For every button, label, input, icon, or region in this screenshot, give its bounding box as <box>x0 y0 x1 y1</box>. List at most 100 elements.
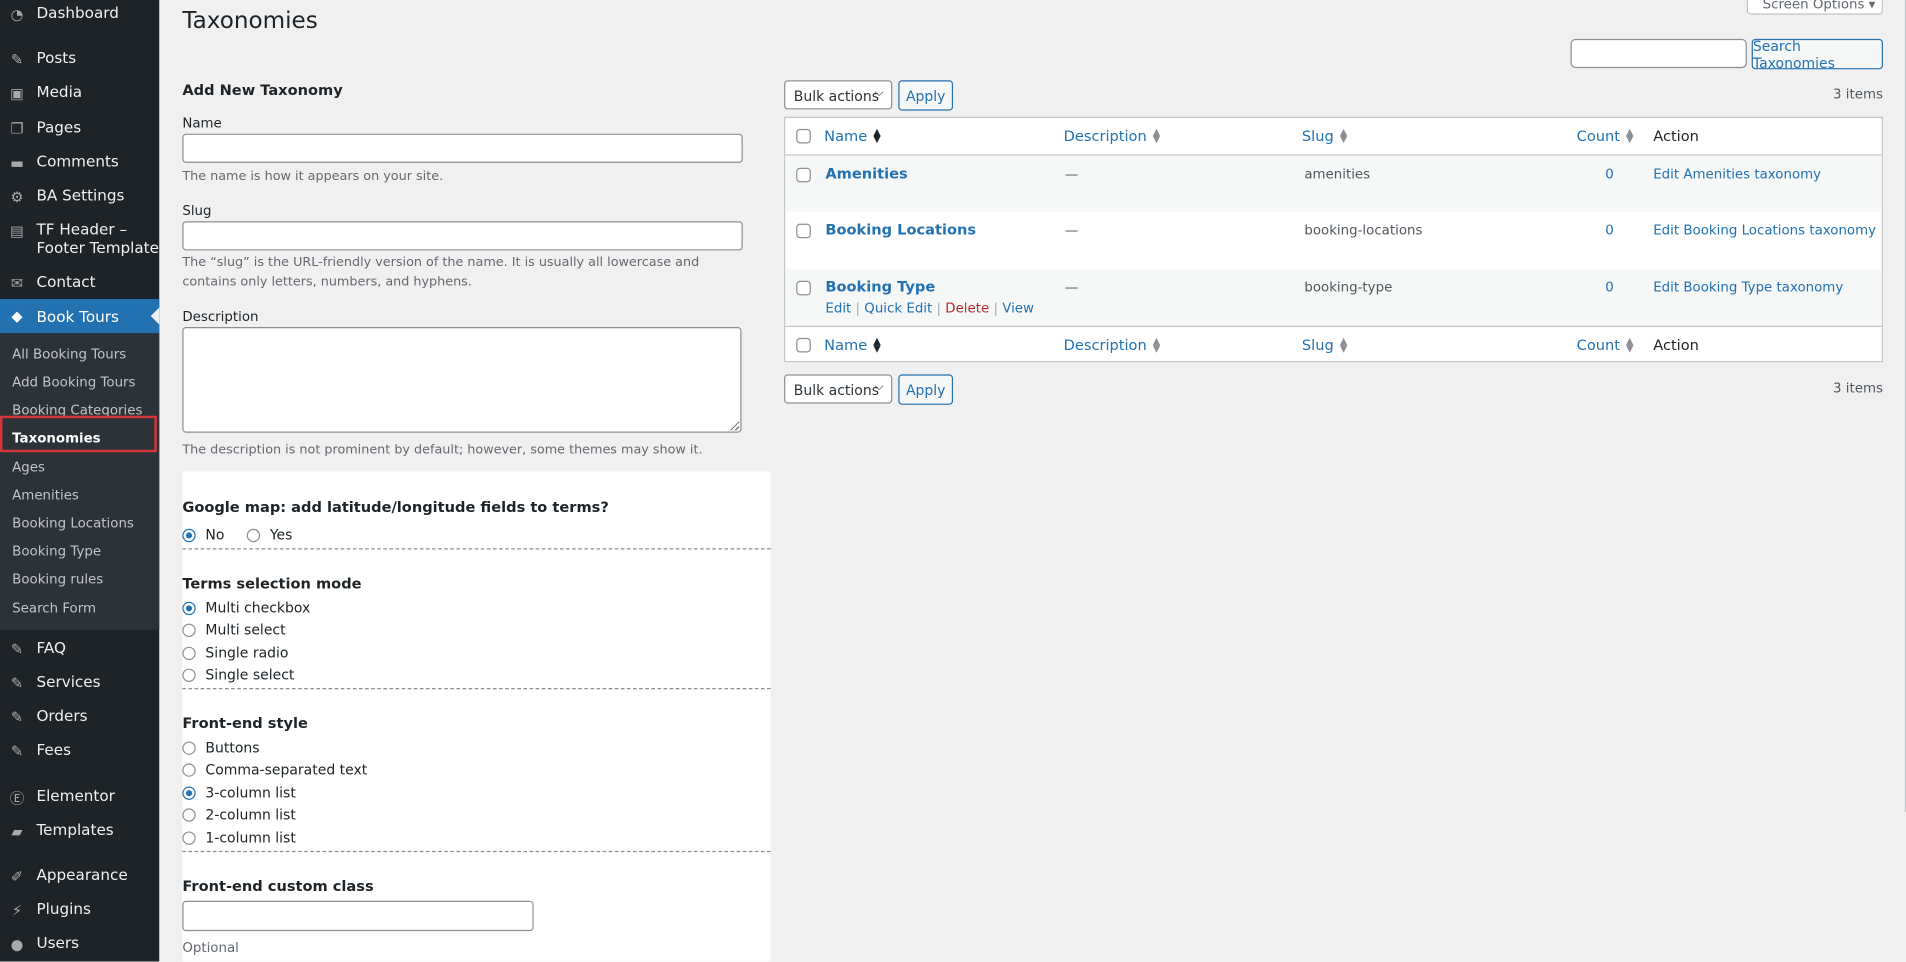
radio-button[interactable] <box>182 740 196 755</box>
slug-help: The “slug” is the URL-friendly version o… <box>182 255 700 290</box>
column-footer-count[interactable]: Count ▲ ▼ <box>1577 336 1634 354</box>
table-row: Amenities — amenities 0 Edit Amenities t… <box>785 155 1882 212</box>
row-checkbox[interactable] <box>796 280 811 296</box>
slug-input[interactable] <box>182 221 743 251</box>
submenu-item-search-form[interactable]: Search Form <box>12 601 96 617</box>
sort-icon: ▲ ▼ <box>1152 335 1161 354</box>
sidebar-item-posts[interactable]: ✎ Posts <box>0 49 159 68</box>
bulk-actions-select-bottom[interactable]: Bulk actions ⌵ <box>784 374 893 404</box>
edit-taxonomy-link[interactable]: Edit Booking Locations taxonomy <box>1653 222 1876 238</box>
term-count-link[interactable]: 0 <box>1603 280 1615 296</box>
radio-button[interactable] <box>182 785 196 800</box>
radio-button[interactable] <box>182 667 196 682</box>
sidebar-item-templates[interactable]: ▰ Templates <box>0 821 159 840</box>
name-input[interactable] <box>182 133 743 163</box>
sort-icon: ▲ ▼ <box>1626 126 1634 145</box>
sidebar-item-appearance[interactable]: ✐ Appearance <box>0 866 159 885</box>
submenu-item-booking-locations[interactable]: Booking Locations <box>12 515 134 531</box>
sidebar-item-dashboard[interactable]: ◔ Dashboard <box>0 4 159 23</box>
apply-button-top[interactable]: Apply <box>898 80 954 111</box>
term-count-link[interactable]: 0 <box>1603 167 1615 183</box>
folder-icon: ▰ <box>11 822 23 840</box>
radio-button[interactable] <box>182 762 196 777</box>
google-map-yes-option[interactable]: Yes <box>246 526 292 543</box>
frontend-style-option[interactable]: Buttons <box>182 739 260 756</box>
sidebar-item-pages[interactable]: ❐ Pages <box>0 118 159 137</box>
sidebar-item-users[interactable]: ● Users <box>0 934 159 953</box>
search-taxonomies-input[interactable] <box>1570 38 1747 69</box>
sidebar-item-ba-settings[interactable]: ⚙ BA Settings <box>0 186 159 205</box>
select-all-checkbox[interactable] <box>796 128 811 144</box>
delete-link[interactable]: Delete <box>945 300 989 316</box>
frontend-style-option[interactable]: Comma-separated text <box>182 761 367 778</box>
submenu-item-booking-type[interactable]: Booking Type <box>12 543 101 559</box>
submenu-item-amenities[interactable]: Amenities <box>12 487 79 503</box>
submenu-item-booking-rules[interactable]: Booking rules <box>12 571 103 587</box>
radio-button[interactable] <box>182 807 196 822</box>
radio-button[interactable] <box>182 528 196 542</box>
sidebar-item-book-tours[interactable]: ◆ Book Tours <box>0 299 160 334</box>
frontend-style-option[interactable]: 1-column list <box>182 829 296 846</box>
search-taxonomies-button[interactable]: Search Taxonomies <box>1751 37 1883 71</box>
frontend-style-option[interactable]: 3-column list <box>182 784 296 801</box>
radio-button[interactable] <box>182 601 196 615</box>
term-count-link[interactable]: 0 <box>1603 222 1615 238</box>
sidebar-item-fees[interactable]: ✎ Fees <box>0 740 159 759</box>
sidebar-item-label: Plugins <box>36 899 91 918</box>
radio-button[interactable] <box>182 646 196 660</box>
frontend-style-option[interactable]: 2-column list <box>182 806 296 823</box>
row-checkbox[interactable] <box>796 223 811 239</box>
select-all-checkbox[interactable] <box>796 337 811 353</box>
term-name-link[interactable]: Booking Type <box>825 278 935 295</box>
frontend-style-title: Front-end style <box>182 714 308 732</box>
quick-edit-link[interactable]: Quick Edit <box>864 300 932 316</box>
plug-icon: ⚡ <box>11 901 23 919</box>
term-description: — <box>1064 279 1079 296</box>
column-header-count[interactable]: Count ▲ ▼ <box>1577 126 1634 145</box>
term-slug: amenities <box>1304 166 1371 183</box>
edit-link[interactable]: Edit <box>825 300 851 316</box>
sidebar-item-tf-header[interactable]: ▤ TF Header – Footer Template <box>0 220 159 256</box>
column-footer-name[interactable]: Name ▲ ▼ <box>824 336 881 354</box>
google-map-no-option[interactable]: No <box>182 526 224 543</box>
sidebar-item-faq[interactable]: ✎ FAQ <box>0 638 159 657</box>
apply-button-bottom[interactable]: Apply <box>898 374 954 405</box>
sidebar-item-label: Dashboard <box>36 3 119 22</box>
radio-button[interactable] <box>246 528 261 542</box>
sidebar-item-comments[interactable]: ▬ Comments <box>0 152 159 171</box>
submenu-item-all-booking-tours[interactable]: All Booking Tours <box>12 346 126 362</box>
term-name-link[interactable]: Amenities <box>825 165 907 182</box>
terms-mode-option[interactable]: Multi select <box>182 621 286 638</box>
edit-taxonomy-link[interactable]: Edit Booking Type taxonomy <box>1653 280 1843 296</box>
sidebar-item-label: Services <box>36 672 101 691</box>
column-footer-description[interactable]: Description ▲ ▼ <box>1064 335 1161 354</box>
sidebar-item-plugins[interactable]: ⚡ Plugins <box>0 900 159 919</box>
sidebar-item-services[interactable]: ✎ Services <box>0 672 159 691</box>
sidebar-item-orders[interactable]: ✎ Orders <box>0 706 159 725</box>
term-name-link[interactable]: Booking Locations <box>825 221 976 238</box>
sidebar-item-media[interactable]: ▣ Media <box>0 83 159 102</box>
column-header-slug[interactable]: Slug ▲ ▼ <box>1302 126 1348 145</box>
sidebar-item-contact[interactable]: ✉ Contact <box>0 272 159 291</box>
custom-class-input[interactable] <box>182 900 534 932</box>
bulk-actions-select-top[interactable]: Bulk actions ⌵ <box>784 80 893 110</box>
submenu-item-add-booking-tours[interactable]: Add Booking Tours <box>12 374 135 390</box>
column-footer-slug[interactable]: Slug ▲ ▼ <box>1302 336 1347 354</box>
radio-button[interactable] <box>182 622 196 637</box>
column-header-description[interactable]: Description ▲ ▼ <box>1064 127 1161 145</box>
terms-mode-option[interactable]: Single radio <box>182 644 288 661</box>
row-checkbox[interactable] <box>796 167 811 183</box>
terms-mode-option[interactable]: Multi checkbox <box>182 599 310 616</box>
edit-taxonomy-link[interactable]: Edit Amenities taxonomy <box>1653 167 1821 183</box>
sort-icon: ▲ ▼ <box>1339 126 1348 145</box>
items-count-top: 3 items <box>1833 86 1883 103</box>
radio-button[interactable] <box>182 830 196 845</box>
description-textarea[interactable] <box>182 326 742 433</box>
sidebar-item-elementor[interactable]: Ⓔ Elementor <box>0 786 159 806</box>
term-slug: booking-type <box>1304 279 1393 296</box>
view-link[interactable]: View <box>1002 300 1034 316</box>
submenu-item-ages[interactable]: Ages <box>12 459 45 475</box>
screen-options-button[interactable]: Screen Options ▾ <box>1746 0 1883 15</box>
column-header-name[interactable]: Name ▲ ▼ <box>824 127 881 145</box>
terms-mode-option[interactable]: Single select <box>182 666 294 683</box>
